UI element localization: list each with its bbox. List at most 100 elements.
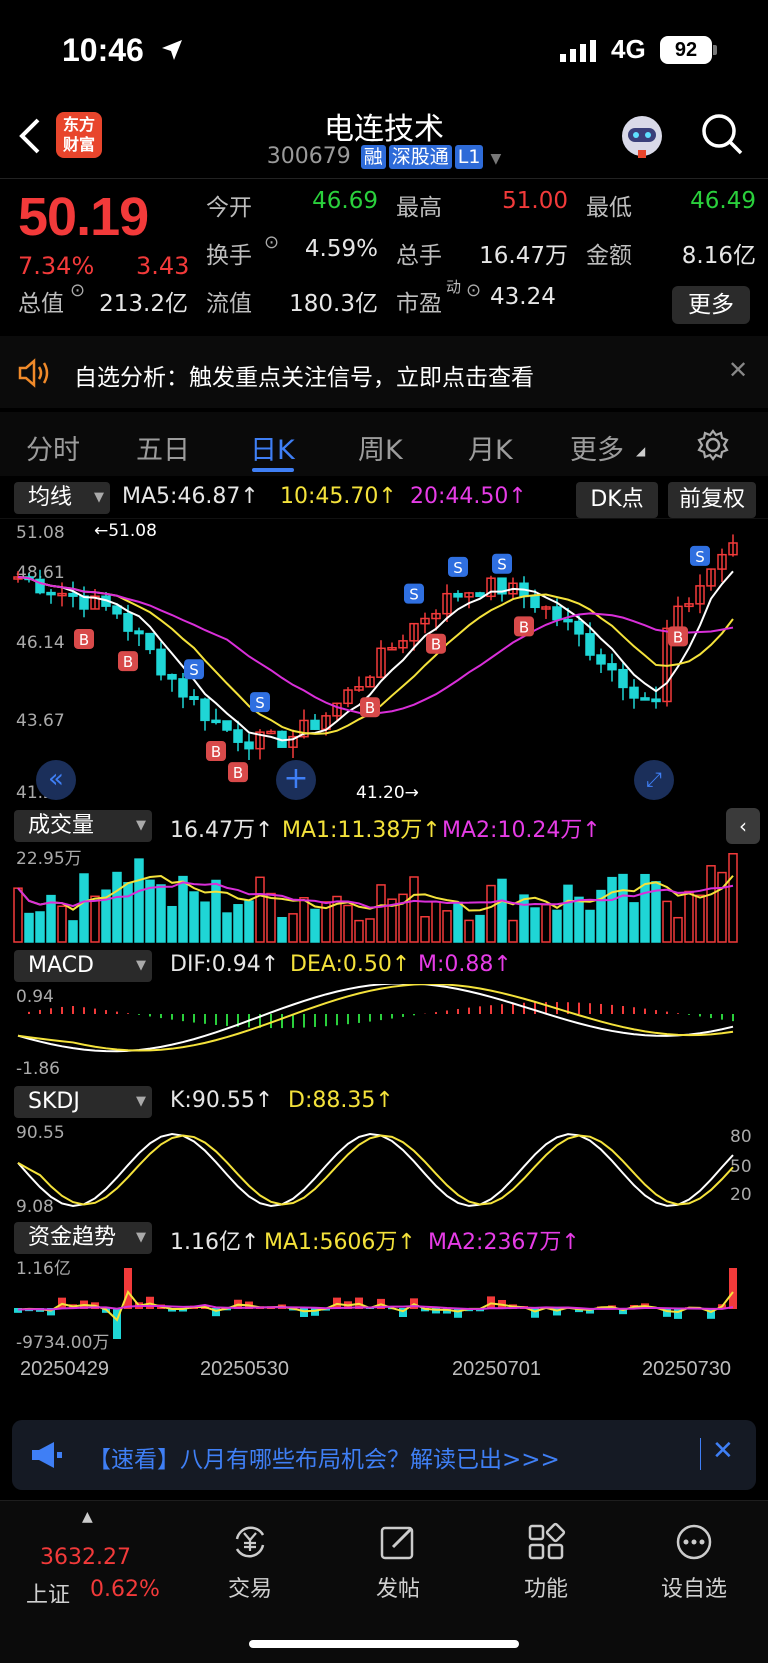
value-open: 46.69 [312,188,378,214]
zoom-in-button[interactable]: + [276,760,316,800]
volume-bar [354,919,364,943]
stock-code: 300679 [266,144,351,169]
signal-marker-label: S [695,548,705,566]
volume-bar [563,884,573,943]
volume-bar [156,884,166,943]
nav-functions[interactable]: 功能 [486,1521,606,1603]
volume-bar [431,901,441,943]
volume-bar [255,876,265,943]
battery-tip [713,45,717,55]
volume-bar [475,914,485,943]
news-banner[interactable]: 【速看】八月有哪些布局机会？解读已出>>> ✕ [12,1420,756,1490]
tab-more[interactable]: 更多 [570,428,624,467]
signal-marker-label: B [233,764,243,782]
signal-marker-label: B [79,631,89,649]
info-icon[interactable]: ⊙ [264,232,279,253]
volume-ma2: MA2:10.24万↑ [442,818,601,843]
fund-selector[interactable]: 资金趋势 ▼ [14,1222,152,1254]
megaphone-icon [32,1442,62,1468]
stock-header: 东方财富 电连技术 300679 融深股通 L1 ▼ [0,96,768,178]
nav-settings[interactable]: 设自选 [634,1521,754,1603]
y-tick: 43.67 [16,711,65,731]
volume-bar [189,891,199,943]
fullscreen-icon[interactable]: ⤢ [634,760,674,800]
last-price: 50.19 [18,187,149,247]
label-amount: 金额 [586,243,632,269]
tag-connect: 深股通 [388,145,452,169]
candle [651,698,661,703]
candle [618,668,628,689]
volume-bar [497,878,507,943]
tab-weekly-k[interactable]: 周K [358,428,403,467]
volume-bar [607,876,617,943]
volume-bar [343,904,353,943]
volume-bar [684,890,694,943]
index-change[interactable]: 0.62% [90,1577,160,1602]
candle [46,591,56,596]
banner-text: 【速看】八月有哪些布局机会？解读已出>>> [88,1447,560,1473]
analysis-alert[interactable]: 自选分析：触发重点关注信号，立即点击查看 ✕ [0,336,768,408]
y-tick: 1.16亿 [16,1259,71,1279]
volume-bar [13,887,23,943]
volume-bar [508,919,518,943]
candle [134,630,144,635]
tab-daily-k[interactable]: 日K [250,428,295,467]
adjust-button[interactable]: 前复权 [668,482,756,518]
close-icon[interactable]: ✕ [712,1436,734,1466]
tab-five-day[interactable]: 五日 [136,428,190,467]
candle [552,606,562,621]
y-tick: 51.08 [16,523,65,543]
label-pe: 市盈 [396,291,442,317]
signal-marker-label: B [673,628,683,646]
ma-selector[interactable]: 均线 ▼ [14,482,110,514]
skdj-selector[interactable]: SKDJ ▼ [14,1086,152,1118]
change-percent: 7.34% [18,252,95,280]
scroll-left-button[interactable]: « [36,760,76,800]
skdj-k-line [17,1133,734,1208]
y-tick: -9734.00万 [16,1333,109,1353]
tab-monthly-k[interactable]: 月K [468,428,513,467]
robot-assistant-icon[interactable] [616,110,668,162]
close-icon[interactable]: ✕ [728,356,748,384]
alert-text: 自选分析：触发重点关注信号，立即点击查看 [74,365,534,391]
volume-bar [167,905,177,943]
y-tick: 0.94 [16,987,54,1007]
high-marker: ←51.08 [94,521,157,541]
yen-exchange-icon [235,1526,265,1558]
index-name[interactable]: 上证 [26,1577,70,1609]
nav-post[interactable]: 发帖 [338,1521,458,1603]
more-dots-icon [676,1524,712,1560]
volume-bar [211,879,221,943]
candle [222,720,232,731]
fund-bar [300,1308,308,1317]
search-icon[interactable] [700,112,744,156]
volume-bar [673,916,683,943]
volume-bar [288,913,298,943]
volume-bar [409,876,419,943]
info-icon[interactable]: ⊙ [70,280,85,301]
candle [574,620,584,635]
candle [585,633,595,656]
volume-bar [519,894,529,943]
macd-selector[interactable]: MACD ▼ [14,950,152,982]
volume-bar [24,912,34,943]
dk-point-button[interactable]: DK点 [576,482,658,518]
gear-icon[interactable] [696,428,730,462]
status-bar: 10:46 4G 92 [0,0,768,96]
info-icon[interactable]: ⊙ [466,280,481,301]
index-value[interactable]: 3632.27 [40,1545,131,1570]
volume-bar [266,892,276,943]
chevron-down-icon: ▼ [136,1094,146,1109]
volume-bar [530,907,540,943]
volume-bar [442,910,452,943]
bottom-nav: ▲ 3632.27 上证 0.62% 交易 发帖 功能 设自选 [0,1500,768,1663]
volume-bar [365,918,375,943]
nav-trade[interactable]: 交易 [190,1521,310,1603]
ma-line [17,576,734,716]
candle [211,719,221,724]
tab-intraday[interactable]: 分时 [26,428,80,467]
volume-selector[interactable]: 成交量 ▼ [14,810,152,842]
collapse-panel-button[interactable]: ‹ [726,808,760,844]
home-indicator [249,1640,519,1648]
more-button[interactable]: 更多 [672,286,750,324]
